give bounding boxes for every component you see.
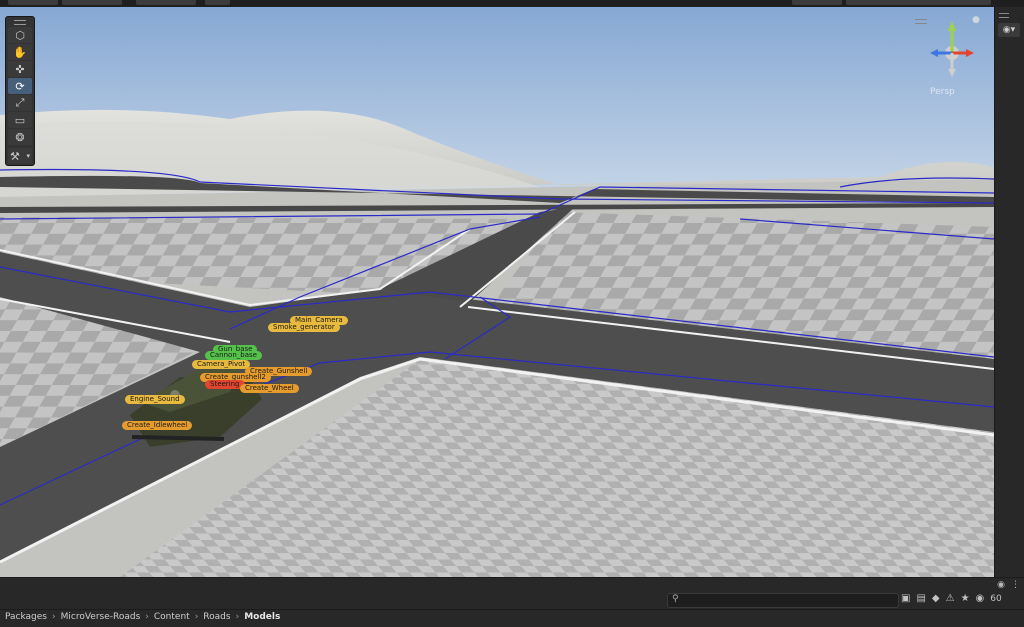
- lock-icon[interactable]: ◉: [997, 580, 1005, 590]
- breadcrumb: Packages › MicroVerse-Roads › Content › …: [5, 612, 280, 622]
- chevron-down-icon: ▾: [1010, 25, 1016, 35]
- rotate-icon: ⟳: [15, 79, 25, 93]
- filter-type-icon[interactable]: ▤: [916, 593, 925, 604]
- axis-gizmo-icon[interactable]: [912, 19, 992, 89]
- warning-icon[interactable]: ⚠: [946, 593, 955, 604]
- move-icon: ✜: [15, 62, 25, 76]
- breadcrumb-models[interactable]: Models: [244, 612, 280, 622]
- label-cannon-base[interactable]: Cannon_base: [205, 351, 262, 360]
- star-icon[interactable]: ★: [961, 593, 970, 604]
- label-steering[interactable]: Steering: [205, 380, 245, 389]
- label-create-idlewheel[interactable]: Create_Idlewheel: [122, 421, 193, 430]
- chevron-right-icon: ›: [194, 612, 199, 622]
- label-create-wheel[interactable]: Create_Wheel: [240, 384, 299, 393]
- scene-view[interactable]: Main_Camera Smoke_generator Gun_base Can…: [0, 7, 994, 577]
- label-camera-pivot[interactable]: Camera_Pivot: [192, 360, 251, 369]
- strip-menu-icon[interactable]: [999, 13, 1009, 18]
- breadcrumb-roads[interactable]: Roads: [203, 612, 230, 622]
- breadcrumb-content[interactable]: Content: [154, 612, 190, 622]
- overlay-grip[interactable]: [6, 17, 34, 27]
- label-engine-sound[interactable]: Engine_Sound: [125, 395, 185, 404]
- toolbar-button-4[interactable]: [205, 0, 230, 5]
- tool-rect[interactable]: ▭: [8, 112, 32, 128]
- search-box[interactable]: ⚲: [667, 593, 899, 608]
- search-input[interactable]: [684, 594, 889, 607]
- chevron-right-icon: ›: [235, 612, 240, 622]
- breadcrumb-packages[interactable]: Packages: [5, 612, 47, 622]
- tool-hand[interactable]: ✋: [8, 44, 32, 60]
- tool-scale[interactable]: ⤢: [8, 95, 32, 111]
- toolbar-button-2[interactable]: [62, 0, 122, 5]
- toolbar-button-3[interactable]: [136, 0, 196, 5]
- tool-transform[interactable]: ❂: [8, 129, 32, 145]
- hand-icon: ✋: [13, 45, 27, 59]
- toolbar-button-1[interactable]: [8, 0, 58, 5]
- search-icon: ⚲: [672, 594, 679, 604]
- layout-button[interactable]: [846, 0, 991, 5]
- scene-tools-overlay: ⬡ ✋ ✜ ⟳ ⤢ ▭ ❂ ⚒ ▾: [5, 16, 35, 166]
- label-smoke-generator[interactable]: Smoke_generator: [268, 323, 340, 332]
- chevron-right-icon: ›: [145, 612, 149, 622]
- project-icons: ▣ ▤ ◆ ⚠ ★ ◉ 60: [901, 593, 1002, 604]
- tool-move[interactable]: ✜: [8, 61, 32, 77]
- menu-icon[interactable]: ⋮: [1011, 580, 1020, 590]
- gizmos-dropdown-button[interactable]: ◉ ▾: [998, 23, 1020, 37]
- chevron-right-icon: ›: [52, 612, 56, 622]
- tool-rotate[interactable]: ⟳: [8, 78, 32, 94]
- breadcrumb-microverse-roads[interactable]: MicroVerse-Roads: [61, 612, 141, 622]
- top-toolbar: [0, 0, 1024, 7]
- save-search-icon[interactable]: ▣: [901, 593, 910, 604]
- project-toolbar: ⚲ ▣ ▤ ◆ ⚠ ★ ◉ 60: [0, 592, 1024, 609]
- tool-view-cube[interactable]: ⬡: [8, 27, 32, 43]
- eye-icon[interactable]: ◉: [976, 593, 985, 604]
- scale-icon: ⤢: [15, 96, 25, 109]
- tools-icon: ⚒: [10, 149, 20, 163]
- layers-button[interactable]: [792, 0, 842, 5]
- transform-icon: ❂: [15, 130, 25, 144]
- breadcrumb-bar: Packages › MicroVerse-Roads › Content › …: [0, 609, 1024, 627]
- scene-render: [0, 7, 994, 577]
- scene-footer: ◉ ⋮: [0, 577, 1024, 593]
- chevron-down-icon: ▾: [26, 152, 30, 160]
- zoom-value: 60: [990, 593, 1002, 604]
- cube-icon: ⬡: [15, 28, 25, 42]
- rect-tool-icon: ▭: [14, 113, 26, 127]
- compass-icon: ◉: [1002, 25, 1011, 35]
- inspector-strip: ◉ ▾: [994, 7, 1024, 577]
- persp-label[interactable]: Persp: [930, 87, 955, 97]
- custom-tool-dropdown[interactable]: ⚒ ▾: [8, 148, 32, 164]
- tag-icon[interactable]: ◆: [932, 593, 940, 604]
- orientation-gizmo[interactable]: ● Persp: [912, 15, 992, 104]
